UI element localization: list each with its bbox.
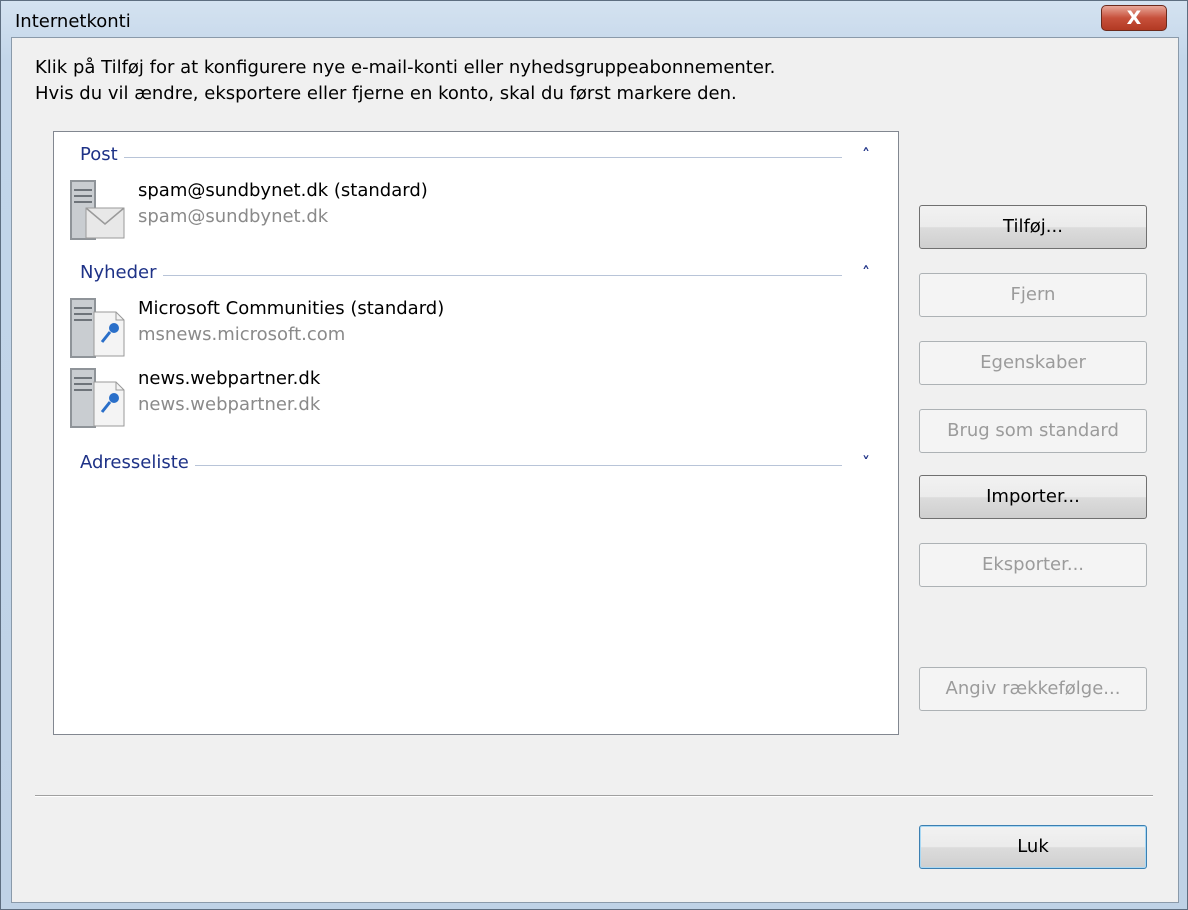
account-item[interactable]: news.webpartner.dk news.webpartner.dk — [64, 368, 888, 432]
export-button[interactable]: Eksporter... — [919, 543, 1147, 587]
group-label-post: Post — [80, 144, 124, 165]
set-default-button[interactable]: Brug som standard — [919, 409, 1147, 453]
account-name: spam@sundbynet.dk (standard) — [138, 180, 428, 201]
accounts-dialog: Internetkonti X Klik på Tilføj for at ko… — [0, 0, 1188, 910]
chevron-down-icon[interactable]: ˅ — [862, 453, 870, 472]
chevron-up-icon[interactable]: ˄ — [862, 263, 870, 282]
accounts-list[interactable]: Post ˄ spam@sundbynet.dk (standard) spam… — [53, 131, 899, 735]
title-bar[interactable]: Internetkonti X — [1, 1, 1187, 32]
group-label-news: Nyheder — [80, 262, 163, 283]
remove-button[interactable]: Fjern — [919, 273, 1147, 317]
close-window-button[interactable]: X — [1101, 5, 1167, 31]
group-header-directory[interactable]: Adresseliste ˅ — [80, 452, 878, 476]
news-account-icon — [70, 368, 125, 428]
import-button[interactable]: Importer... — [919, 475, 1147, 519]
instructions-line-2: Hvis du vil ændre, eksportere eller fjer… — [35, 83, 737, 104]
close-icon: X — [1126, 7, 1142, 29]
news-account-icon — [70, 298, 125, 358]
account-server: msnews.microsoft.com — [138, 324, 346, 345]
chevron-up-icon[interactable]: ˄ — [862, 145, 870, 164]
instructions-text: Klik på Tilføj for at konfigurere nye e-… — [35, 55, 775, 107]
add-button[interactable]: Tilføj... — [919, 205, 1147, 249]
properties-button[interactable]: Egenskaber — [919, 341, 1147, 385]
group-divider — [80, 157, 842, 158]
account-name: Microsoft Communities (standard) — [138, 298, 445, 319]
account-name: news.webpartner.dk — [138, 368, 321, 389]
window-title: Internetkonti — [15, 11, 131, 32]
group-header-news[interactable]: Nyheder ˄ — [80, 262, 878, 286]
mail-account-icon — [70, 180, 125, 240]
group-header-post[interactable]: Post ˄ — [80, 144, 878, 168]
account-server: spam@sundbynet.dk — [138, 206, 329, 227]
instructions-line-1: Klik på Tilføj for at konfigurere nye e-… — [35, 57, 776, 78]
separator — [35, 795, 1153, 797]
account-server: news.webpartner.dk — [138, 394, 321, 415]
group-label-directory: Adresseliste — [80, 452, 195, 473]
group-divider — [80, 275, 842, 276]
set-order-button[interactable]: Angiv rækkefølge... — [919, 667, 1147, 711]
account-item[interactable]: Microsoft Communities (standard) msnews.… — [64, 298, 888, 362]
close-button[interactable]: Luk — [919, 825, 1147, 869]
account-item[interactable]: spam@sundbynet.dk (standard) spam@sundby… — [64, 180, 888, 244]
